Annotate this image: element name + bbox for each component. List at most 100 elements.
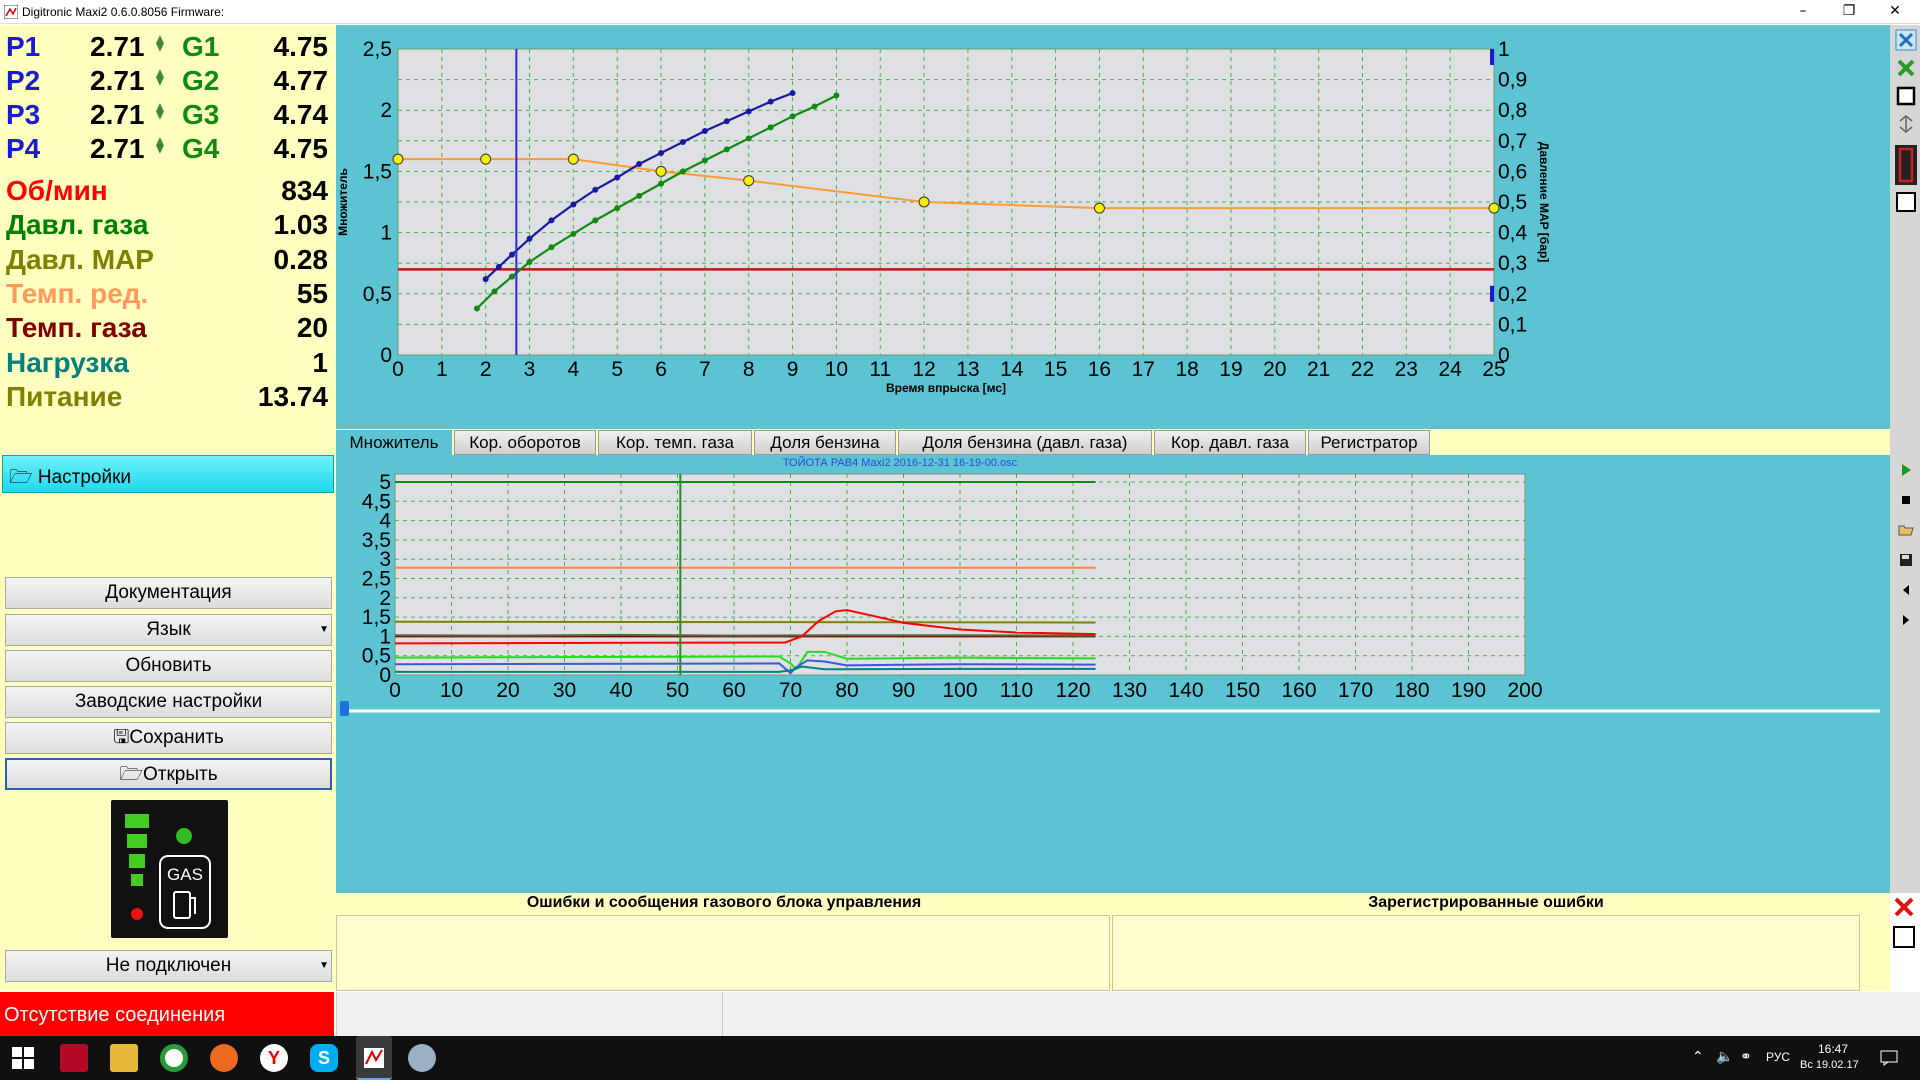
param-label: Темп. ред.	[6, 277, 149, 309]
update-button[interactable]: Обновить	[5, 650, 332, 682]
tray-chevron-up-icon[interactable]: ⌃	[1692, 1048, 1704, 1065]
checkbox-icon[interactable]	[1892, 925, 1916, 949]
language-dropdown[interactable]: Язык ▼	[5, 614, 332, 646]
language-indicator[interactable]: РУС	[1766, 1050, 1790, 1064]
floppy-icon[interactable]	[1894, 551, 1918, 575]
x-tick-label: 8	[743, 358, 755, 381]
clear-errors-icon[interactable]	[1892, 895, 1916, 919]
step-forward-icon[interactable]	[1894, 611, 1918, 635]
map-pressure-point[interactable]	[480, 153, 492, 165]
param-value: 55	[296, 277, 328, 309]
param-value: 834	[281, 175, 328, 206]
stop-icon[interactable]	[1894, 491, 1918, 515]
errors-left-list[interactable]	[336, 915, 1110, 991]
window-icon[interactable]	[1894, 85, 1918, 109]
minimize-button[interactable]: –	[1780, 0, 1826, 24]
y2-tick-label: 0,8	[1498, 99, 1527, 122]
close-blue-icon[interactable]	[1894, 29, 1918, 53]
gas-point	[548, 244, 555, 251]
documentation-button[interactable]: Документация	[5, 577, 332, 609]
gas-label: GAS	[167, 865, 203, 884]
multiplier-chart[interactable]: 0 1 2 3 4 5 6 7 8 9 10 11 12 13 14 15 16 17 18 19 20 21 22 23 24…	[336, 25, 1890, 429]
connection-dropdown[interactable]: Не подключен ▼	[5, 950, 332, 982]
open-button[interactable]: 🗁Открыть	[5, 758, 332, 790]
param-value: 1	[312, 346, 328, 378]
petrol-point	[723, 118, 730, 125]
tab-1[interactable]: Множитель	[336, 430, 452, 455]
injector-value: 2.71	[90, 31, 145, 62]
y-axis-label: Множитель	[336, 168, 350, 236]
tab-bar: Множитель Кор. оборотов Кор. темп. газа Дол…	[336, 429, 1920, 455]
y2-tick-label: 0,2	[1498, 283, 1527, 306]
x-tick-label: 0	[392, 358, 404, 381]
x-axis-label: Время впрыска [мс]	[886, 381, 1006, 395]
x-tick-label: 190	[1451, 679, 1486, 702]
save-button[interactable]: 🖫Сохранить	[5, 722, 332, 754]
close-button[interactable]: ✕	[1872, 0, 1918, 24]
gas-point	[491, 288, 498, 295]
collapse-icon[interactable]	[1894, 113, 1918, 137]
map-pressure-point[interactable]	[1488, 202, 1500, 214]
clock-date[interactable]: Вс 19.02.17	[1800, 1059, 1859, 1071]
y2-tick-label: 0,6	[1498, 160, 1527, 183]
injector-label: P1	[6, 31, 41, 62]
open-label: Открыть	[142, 764, 218, 785]
tab-6[interactable]: Кор. давл. газа	[1154, 430, 1306, 455]
map-pressure-point[interactable]	[918, 196, 930, 208]
timeline-thumb[interactable]	[340, 701, 349, 716]
yandex-icon[interactable]: Y	[260, 1044, 288, 1072]
tab-4[interactable]: Доля бензина	[754, 430, 896, 455]
chrome-icon[interactable]	[160, 1044, 188, 1072]
reserve-led	[131, 908, 143, 920]
y2-tick-label: 0,5	[1498, 191, 1527, 214]
file-explorer-icon[interactable]	[110, 1044, 138, 1072]
settings-header[interactable]: 🗁 Настройки	[2, 455, 334, 493]
x-tick-label: 10	[440, 679, 463, 702]
tab-3[interactable]: Кор. темп. газа	[598, 430, 752, 455]
x-tick-label: 100	[942, 679, 977, 702]
map-pressure-point[interactable]	[567, 153, 579, 165]
x-tick-label: 13	[956, 358, 979, 381]
right-toolbar	[1890, 25, 1920, 893]
tab-2[interactable]: Кор. оборотов	[454, 430, 596, 455]
checkbox-icon[interactable]	[1894, 191, 1918, 215]
gas-led	[176, 828, 192, 844]
app-icon[interactable]	[60, 1044, 88, 1072]
param-label: Нагрузка	[6, 346, 129, 378]
volume-icon[interactable]: 🔈	[1716, 1048, 1733, 1065]
x-tick-label: 2	[480, 358, 492, 381]
status-panel-middle	[336, 992, 722, 1036]
tab-5[interactable]: Доля бензина (давл. газа)	[898, 430, 1152, 455]
network-icon[interactable]: ⚭	[1740, 1048, 1752, 1065]
firefox-icon[interactable]	[210, 1044, 238, 1072]
language-label: Язык	[146, 619, 191, 640]
errors-right-list[interactable]	[1112, 915, 1860, 991]
folder-open-icon[interactable]	[1894, 521, 1918, 545]
digitronic-taskbar-icon[interactable]	[356, 1036, 392, 1080]
step-back-icon[interactable]	[1894, 581, 1918, 605]
close-green-icon[interactable]	[1894, 57, 1918, 81]
map-pressure-point[interactable]	[392, 153, 404, 165]
map-pressure-point[interactable]	[743, 175, 755, 187]
x-tick-label: 110	[1000, 679, 1033, 702]
recorder-chart[interactable]: 0 10 20 30 40 50 60 70 80 90 100 110 120 130 140 150 160…	[336, 455, 1890, 887]
factory-settings-button[interactable]: Заводские настройки	[5, 686, 332, 718]
clock-time[interactable]: 16:47	[1818, 1042, 1848, 1056]
fuel-pump-icon	[173, 891, 191, 919]
notifications-icon[interactable]	[1880, 1050, 1898, 1066]
petrol-point	[767, 98, 774, 105]
x-tick-label: 20	[1263, 358, 1286, 381]
map-pressure-point[interactable]	[655, 165, 667, 177]
maximize-button[interactable]: ❐	[1826, 0, 1872, 24]
injector-value: 2.71	[90, 65, 145, 96]
tab-7[interactable]: Регистратор	[1308, 430, 1430, 455]
windows-start-icon[interactable]	[12, 1047, 34, 1069]
paint-icon[interactable]	[408, 1044, 436, 1072]
map-pressure-point[interactable]	[1093, 202, 1105, 214]
play-icon[interactable]	[1894, 461, 1918, 485]
gas-point	[701, 157, 708, 164]
x-tick-label: 20	[496, 679, 519, 702]
skype-icon[interactable]: S	[310, 1044, 338, 1072]
x-tick-label: 12	[912, 358, 935, 381]
y2-axis-label: Давление MAP [бар]	[1537, 142, 1551, 262]
